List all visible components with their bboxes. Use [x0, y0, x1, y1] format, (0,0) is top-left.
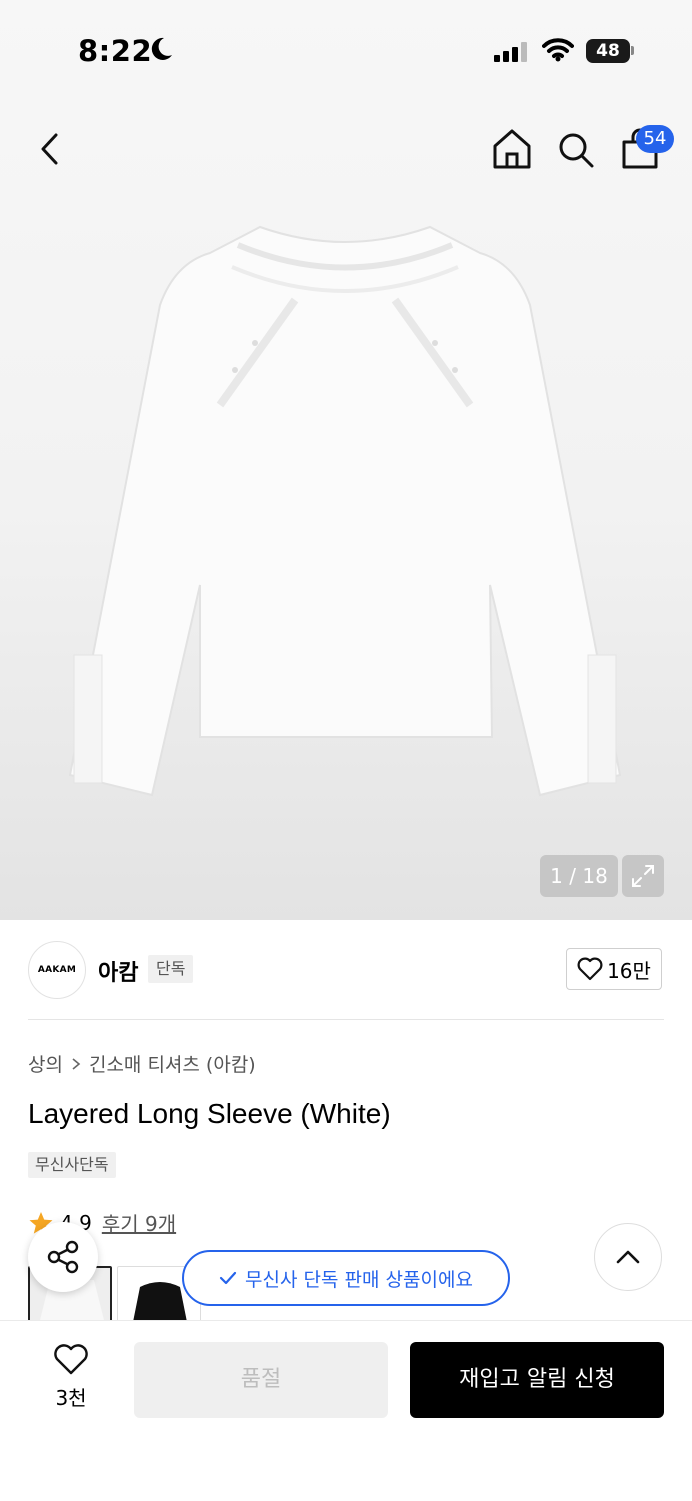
brand-logo[interactable]: AAKAM [28, 941, 86, 999]
breadcrumb-subcategory[interactable]: 긴소매 티셔츠 (아캄) [89, 1050, 256, 1077]
exclusive-toast: 무신사 단독 판매 상품이에요 [182, 1250, 510, 1306]
image-counter: 1 / 18 [540, 855, 618, 897]
search-icon[interactable] [556, 130, 596, 170]
status-time: 8:22 [78, 34, 153, 68]
home-icon[interactable] [492, 128, 532, 170]
brand-exclusive-badge: 단독 [148, 955, 194, 983]
chevron-right-icon [72, 1057, 81, 1070]
restock-alert-button[interactable]: 재입고 알림 신청 [410, 1342, 664, 1418]
product-title: Layered Long Sleeve (White) [28, 1098, 391, 1129]
review-link[interactable]: 후기 9개 [102, 1208, 176, 1237]
brand-like-button[interactable]: 16만 [566, 948, 662, 990]
brand-like-count: 16만 [607, 958, 651, 983]
heart-icon [577, 957, 603, 981]
divider [28, 1019, 664, 1020]
share-icon [47, 1240, 79, 1274]
heart-icon [54, 1344, 88, 1375]
wishlist-button[interactable]: 3천 [40, 1344, 102, 1411]
wifi-icon [542, 38, 574, 62]
battery-indicator: 48 [586, 39, 630, 63]
breadcrumb-category[interactable]: 상의 [28, 1050, 63, 1077]
battery-cap [631, 46, 634, 55]
expand-button[interactable] [622, 855, 664, 897]
brand-name[interactable]: 아캄 [98, 955, 138, 987]
scroll-top-button[interactable] [594, 1223, 662, 1291]
check-icon [219, 1271, 237, 1285]
product-image [68, 225, 622, 797]
share-button[interactable] [28, 1222, 98, 1292]
back-button[interactable] [36, 131, 64, 167]
wishlist-count: 3천 [55, 1386, 87, 1410]
chevron-up-icon [616, 1250, 640, 1264]
cart-badge: 54 [636, 125, 674, 153]
exclusive-tag: 무신사단독 [28, 1152, 116, 1178]
breadcrumb: 상의 긴소매 티셔츠 (아캄) [28, 1050, 256, 1077]
toast-message: 무신사 단독 판매 상품이에요 [245, 1268, 473, 1291]
moon-icon [151, 37, 172, 60]
soldout-button[interactable]: 품절 [134, 1342, 388, 1418]
signal-icon [494, 42, 527, 62]
expand-icon [632, 865, 654, 887]
